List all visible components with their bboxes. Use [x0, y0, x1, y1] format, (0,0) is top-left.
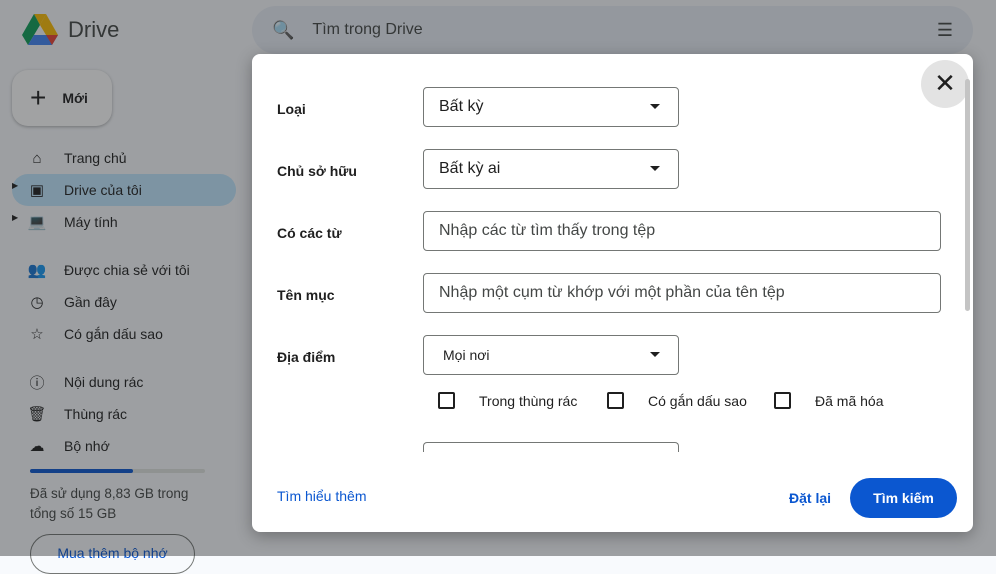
item-name-input[interactable] — [423, 273, 941, 313]
dropdown-arrow-icon — [650, 352, 660, 357]
checkbox-box[interactable] — [438, 392, 455, 409]
checkbox-box[interactable] — [607, 392, 624, 409]
search-button[interactable]: Tìm kiếm — [850, 478, 957, 518]
location-value: Mọi nơi — [443, 347, 490, 363]
has-words-label: Có các từ — [277, 225, 342, 241]
encrypted-checkbox[interactable]: Đã mã hóa — [774, 392, 883, 409]
type-value: Bất kỳ — [439, 98, 484, 115]
in-trash-checkbox[interactable]: Trong thùng rác — [438, 392, 577, 409]
has-words-input[interactable] — [423, 211, 941, 251]
close-button[interactable]: ✕ — [921, 60, 969, 108]
close-icon: ✕ — [934, 68, 956, 98]
learn-more-link[interactable]: Tìm hiểu thêm — [277, 488, 366, 504]
checkbox-label: Đã mã hóa — [815, 392, 884, 409]
advanced-search-dialog: Loại Bất kỳ Chủ sở hữu Bất kỳ ai Có các … — [252, 54, 973, 532]
checkbox-label: Trong thùng rác — [479, 392, 578, 409]
dropdown-arrow-icon — [650, 166, 660, 171]
type-label: Loại — [277, 101, 306, 117]
scroll-fade — [252, 452, 973, 466]
reset-button[interactable]: Đặt lại — [789, 490, 831, 506]
owner-select[interactable]: Bất kỳ ai — [423, 149, 679, 189]
dialog-scrollbar[interactable] — [965, 79, 970, 311]
location-select[interactable]: Mọi nơi — [423, 335, 679, 375]
starred-checkbox[interactable]: Có gắn dấu sao — [607, 392, 747, 409]
checkbox-box[interactable] — [774, 392, 791, 409]
checkbox-label: Có gắn dấu sao — [648, 392, 747, 409]
location-label: Địa điểm — [277, 349, 336, 365]
dropdown-arrow-icon — [650, 104, 660, 109]
owner-label: Chủ sở hữu — [277, 163, 357, 179]
owner-value: Bất kỳ ai — [439, 160, 501, 177]
item-name-label: Tên mục — [277, 287, 335, 303]
type-select[interactable]: Bất kỳ — [423, 87, 679, 127]
